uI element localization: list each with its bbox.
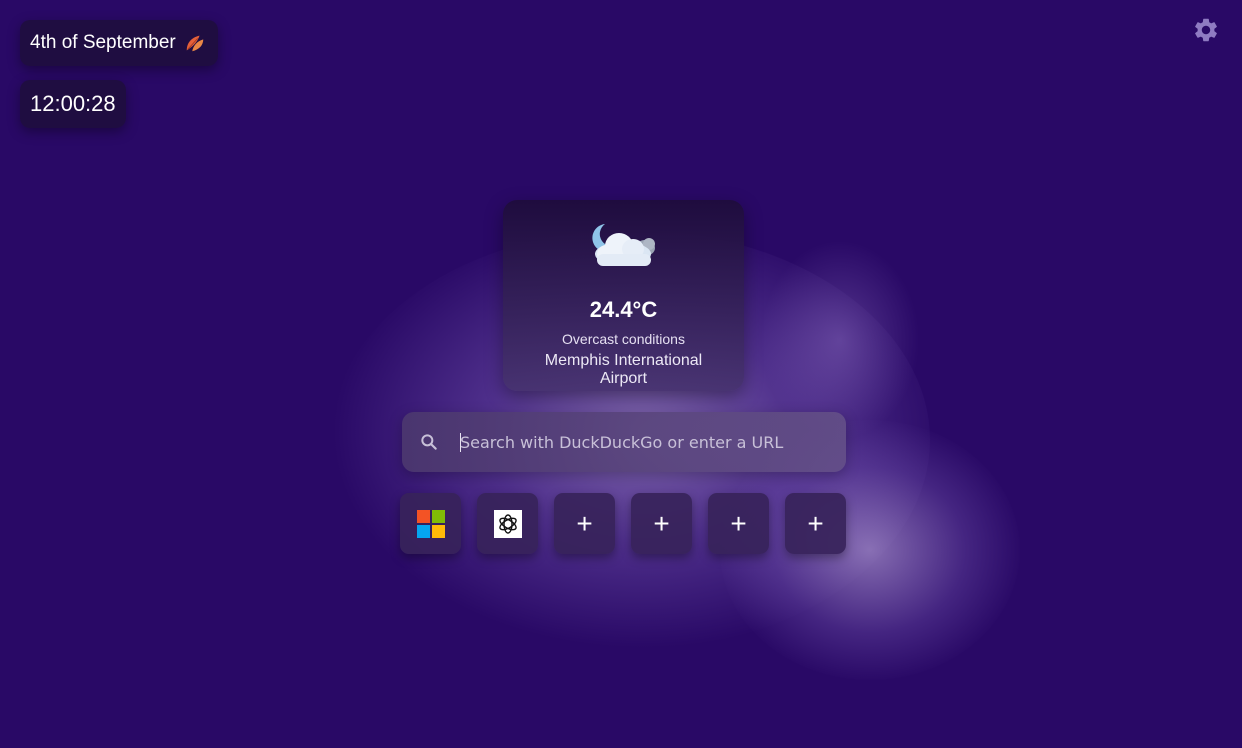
- autumn-leaf-icon: [186, 35, 204, 52]
- clock-text: 12:00:28: [30, 91, 116, 116]
- plus-icon: +: [807, 507, 824, 539]
- plus-icon: +: [653, 507, 670, 539]
- search-bar[interactable]: [402, 412, 846, 472]
- date-text: 4th of September: [30, 32, 176, 53]
- background-glow: [760, 240, 920, 440]
- shortcut-microsoft[interactable]: [400, 493, 461, 554]
- new-tab-page: 4th of September 12:00:28 24.4°C Overcas…: [0, 0, 1242, 748]
- openai-logo-icon: [493, 509, 522, 538]
- add-shortcut-button[interactable]: +: [631, 493, 692, 554]
- gear-icon[interactable]: [1192, 16, 1220, 44]
- date-widget: 4th of September: [20, 20, 218, 66]
- clock-widget: 12:00:28: [20, 80, 126, 128]
- text-caret: [460, 433, 461, 452]
- shortcut-openai[interactable]: [477, 493, 538, 554]
- add-shortcut-button[interactable]: +: [785, 493, 846, 554]
- search-icon: [421, 434, 437, 450]
- weather-conditions: Overcast conditions: [562, 331, 685, 347]
- add-shortcut-button[interactable]: +: [708, 493, 769, 554]
- weather-location: Memphis International Airport: [544, 352, 703, 387]
- search-input[interactable]: [460, 426, 830, 458]
- plus-icon: +: [576, 507, 593, 539]
- microsoft-logo-icon: [416, 509, 445, 538]
- add-shortcut-button[interactable]: +: [554, 493, 615, 554]
- weather-widget: 24.4°C Overcast conditions Memphis Inter…: [503, 200, 744, 391]
- plus-icon: +: [730, 507, 747, 539]
- temperature: 24.4°C: [589, 297, 658, 322]
- moon-cloud-icon: [592, 224, 655, 266]
